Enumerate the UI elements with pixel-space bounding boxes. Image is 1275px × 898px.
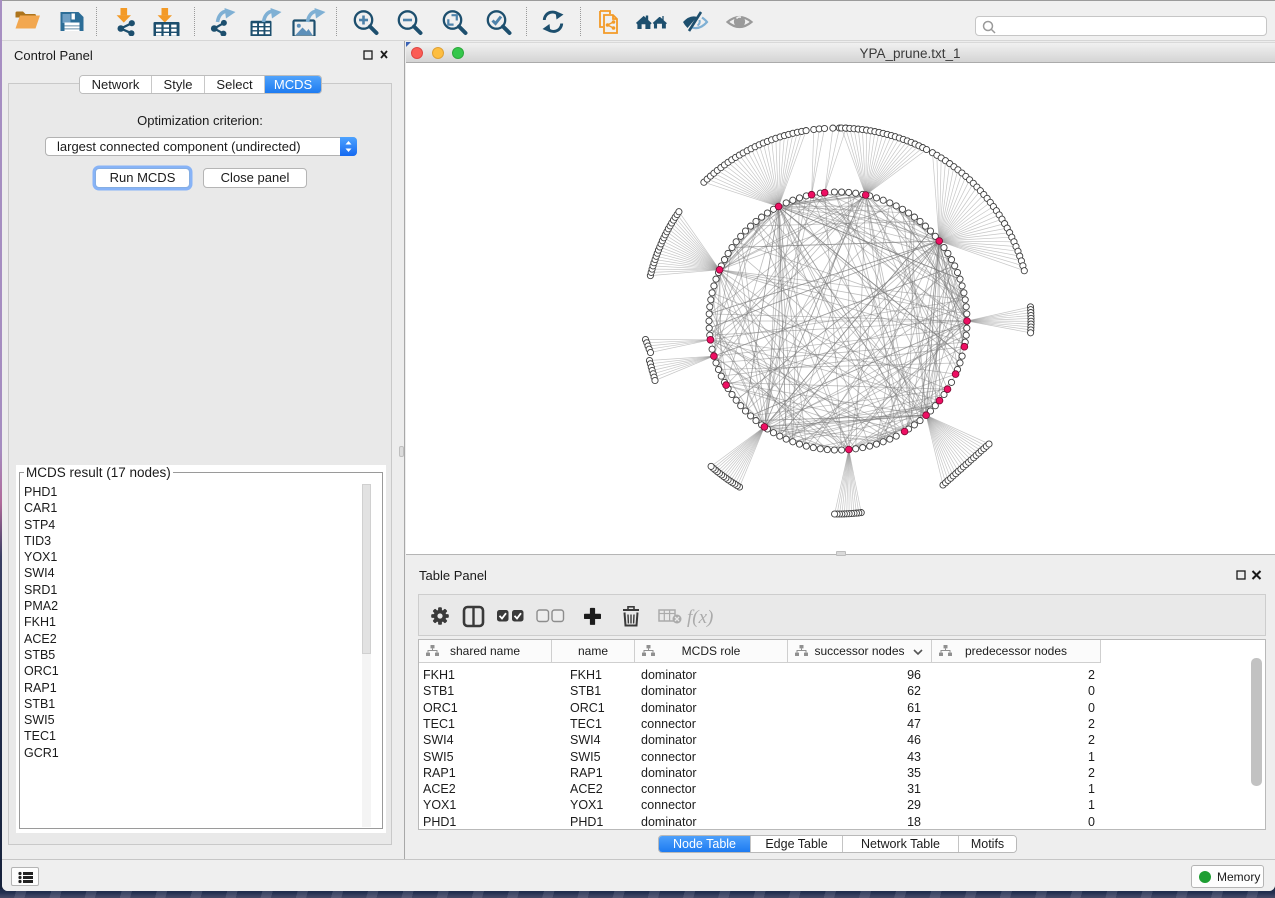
- svg-text:f(x): f(x): [687, 607, 713, 628]
